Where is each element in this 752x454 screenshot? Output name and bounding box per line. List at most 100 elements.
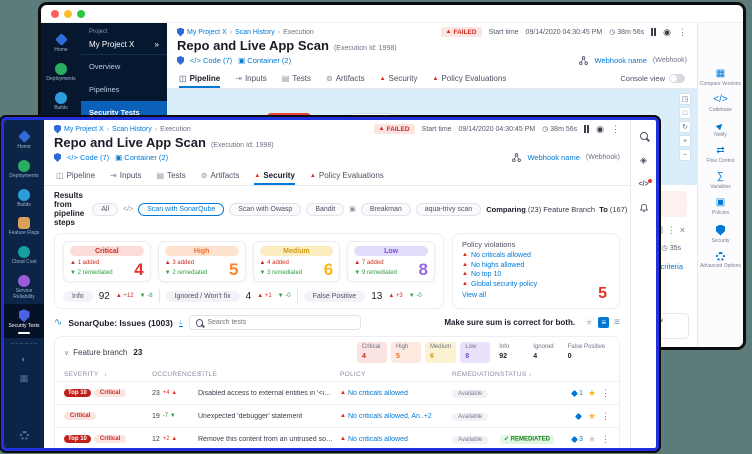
sidebar-item-pipelines[interactable]: Pipelines [81,78,167,101]
sidebar-item-docs[interactable]: ▦ [4,368,44,388]
download-icon[interactable]: ↓ [178,318,183,328]
tab-artifacts[interactable]: ⊚ Artifacts [326,69,365,88]
policy-violation-link[interactable]: ▲ No highs allowed [462,262,610,269]
pause-button[interactable] [584,125,590,133]
zoom-out-button[interactable]: − [679,149,691,161]
tab-inputs[interactable]: ⇥ Inputs [235,69,267,88]
filter-chip-all[interactable]: All [92,202,119,216]
policy-link[interactable]: ▲ No criticals allowed, An..+2 [340,413,452,420]
view-all-link[interactable]: View all [462,292,610,299]
sidebar-item-feature-flags[interactable]: Feature Flags [4,212,44,241]
pause-button[interactable] [651,28,657,36]
menu-icon[interactable]: ≡ [614,317,620,328]
filter-chip-bandit[interactable]: Bandit [306,202,345,216]
breadcrumb-project[interactable]: My Project X [64,126,104,133]
col-severity[interactable]: SEVERITY [64,371,99,378]
advanced-options-button[interactable]: Advanced Options [698,251,743,269]
close-window-button[interactable] [51,9,59,18]
project-selector[interactable]: My Project X » [81,37,167,55]
sidebar-item-settings[interactable] [4,426,44,444]
issue-row[interactable]: Top 10 Critical 12 +2 ▲ Remove this conten… [55,428,619,448]
shield-diamond-icon[interactable]: ◈ [640,155,647,166]
code-error-icon[interactable]: </> [638,179,652,188]
tab-pipeline[interactable]: ◫ Pipeline [179,69,220,88]
filter-chip-sonarqube[interactable]: Scan with SonarQube [138,202,225,216]
fullscreen-button[interactable]: ◳ [679,93,691,105]
tab-security[interactable]: ▲ Security [380,69,418,88]
col-status[interactable]: STATUS [500,371,526,378]
security-button[interactable]: Security [698,224,743,244]
policy-violation-link[interactable]: ▲ No criticals allowed [462,252,610,259]
container-link[interactable]: ▣ Container (2) [115,153,168,162]
minimize-window-button[interactable] [64,9,72,18]
abort-button[interactable]: ◉ [596,124,604,134]
filter-chip-aqua-trivy[interactable]: aqua-trivy scan [415,202,482,216]
sidebar-item-overview[interactable]: Overview [81,55,167,78]
annotation-count[interactable]: 1 [570,389,583,397]
annotation-count[interactable]: 3 [570,435,583,443]
more-options-button[interactable]: ⋮ [678,27,687,37]
sidebar-item-home[interactable]: Home [41,28,81,58]
issue-row[interactable]: Critical 19 -7 ▼ Unexpected 'debugger' st… [55,405,619,429]
search-input[interactable] [207,319,354,327]
variables-button[interactable]: ∑ Variables [698,172,743,191]
tab-policy-evaluations[interactable]: ▲ Policy Evaluations [432,69,506,88]
row-more-button[interactable]: ⋮ [601,388,610,398]
sidebar-item-deployments[interactable]: Deployments [41,58,81,87]
tab-pipeline[interactable]: ◫ Pipeline [56,166,95,185]
policies-button[interactable]: ▣ Policies [698,198,743,217]
compare-versions-button[interactable]: ▦ Compare Versions [698,69,743,88]
panel-close-button[interactable]: × [680,225,685,235]
console-view-toggle[interactable] [669,74,685,83]
tab-inputs[interactable]: ⇥ Inputs [110,166,142,185]
notify-button[interactable]: ▶ Notify [698,120,743,138]
sidebar-item-deployments[interactable]: Deployments [4,155,44,184]
star-icon[interactable]: ★ [585,317,593,328]
filter-chip-breakman[interactable]: Breakman [360,202,411,216]
sidebar-item-cloud-cost[interactable]: Cloud Cost [4,241,44,270]
comparing-selector[interactable]: Comparing (23) Feature Branch To (167) M… [486,205,630,214]
policy-link[interactable]: ▲ No criticals allowed [340,390,452,397]
search-icon[interactable] [639,132,648,140]
tab-policy-evaluations[interactable]: ▲ Policy Evaluations [310,166,384,185]
star-icon[interactable]: ★ [588,434,596,445]
breadcrumb-scan-history[interactable]: Scan History [112,126,152,133]
collapse-icon[interactable]: » [155,40,159,49]
policy-link[interactable]: ▲ No criticals allowed [340,436,452,443]
panel-more-button[interactable]: ⋮ [667,225,676,235]
reset-zoom-button[interactable]: ↻ [679,121,691,133]
tab-artifacts[interactable]: ⊚ Artifacts [201,166,240,185]
abort-button[interactable]: ◉ [663,27,671,37]
issue-row[interactable]: Top 10 Critical 23 +4 ▲ Disabled access to… [55,382,619,406]
col-occurrences[interactable]: OCCURENCES [152,371,201,378]
col-title[interactable]: TITLE [198,371,340,378]
breadcrumb-scan-history[interactable]: Scan History [235,29,275,36]
tab-tests[interactable]: ▤ Tests [282,69,311,88]
list-view-button[interactable]: ≡ [598,317,610,329]
collapse-group-icon[interactable]: ∨ [64,349,69,357]
tab-security[interactable]: ▲ Security [254,166,295,185]
sidebar-item-builds[interactable]: Builds [4,184,44,213]
maximize-window-button[interactable] [77,9,85,18]
breadcrumb-project[interactable]: My Project X [187,29,227,36]
zoom-in-button[interactable]: + [679,135,691,147]
row-more-button[interactable]: ⋮ [601,434,610,444]
annotation-count[interactable] [574,412,583,420]
col-remediation[interactable]: REMEDIATION [452,371,500,378]
sidebar-item-builds[interactable]: Builds [41,87,81,116]
sidebar-item-help[interactable]: ◐ [4,349,44,368]
sidebar-item-service-reliability[interactable]: Service Reliability [4,270,44,305]
bell-icon[interactable] [639,203,649,213]
code-link[interactable]: </> Code (7) [67,153,109,162]
policy-violation-link[interactable]: ▲ Global security policy [462,281,610,288]
flow-control-button[interactable]: ⇄ Flow Control [698,145,743,164]
webhook-link[interactable]: Webhook name [527,153,579,162]
fit-view-button[interactable]: □ [679,107,691,119]
tab-tests[interactable]: ▤ Tests [157,166,186,185]
row-more-button[interactable]: ⋮ [601,411,610,421]
code-link[interactable]: </> Code (7) [190,56,232,65]
container-link[interactable]: ▣ Container (2) [238,56,291,65]
policy-violation-link[interactable]: ▲ No top 10 [462,271,610,278]
star-icon[interactable]: ★ [588,388,596,399]
webhook-link[interactable]: Webhook name [594,56,646,65]
